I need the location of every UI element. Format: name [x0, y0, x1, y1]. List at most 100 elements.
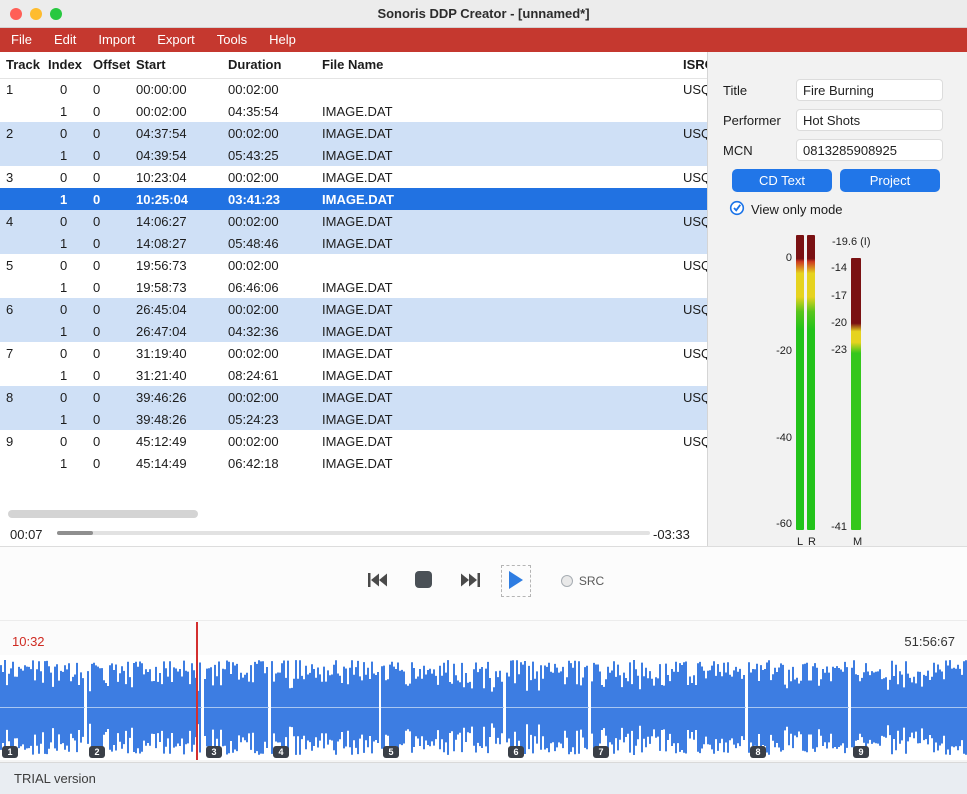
- cell-isrc: [677, 452, 707, 474]
- cell-offset: 0: [87, 364, 130, 386]
- waveform-segment[interactable]: 4: [271, 655, 379, 760]
- title-label: Title: [723, 83, 747, 98]
- waveform-total-time: 51:56:67: [904, 634, 955, 649]
- cell-start: 19:56:73: [130, 254, 222, 276]
- project-button[interactable]: Project: [840, 169, 940, 192]
- cell-duration: 04:32:36: [222, 320, 316, 342]
- waveform-segment[interactable]: 6: [506, 655, 589, 760]
- cell-duration: 00:02:00: [222, 122, 316, 144]
- cell-offset: 0: [87, 452, 130, 474]
- stop-button[interactable]: [409, 566, 439, 596]
- table-row[interactable]: 1014:08:2705:48:46IMAGE.DAT: [0, 232, 707, 254]
- column-header-index[interactable]: Index: [42, 52, 87, 78]
- waveform-segment[interactable]: 1: [0, 655, 85, 760]
- previous-track-button[interactable]: [363, 566, 393, 596]
- column-header-start[interactable]: Start: [130, 52, 222, 78]
- table-row[interactable]: 30010:23:0400:02:00IMAGE.DATUSQ: [0, 166, 707, 188]
- cell-start: 10:25:04: [130, 188, 222, 210]
- elapsed-time: 00:07: [10, 527, 43, 542]
- table-row[interactable]: 1004:39:5405:43:25IMAGE.DAT: [0, 144, 707, 166]
- table-row[interactable]: 20004:37:5400:02:00IMAGE.DATUSQ: [0, 122, 707, 144]
- cell-track: [0, 188, 42, 210]
- table-row[interactable]: 1039:48:2605:24:23IMAGE.DAT: [0, 408, 707, 430]
- cell-track: [0, 276, 42, 298]
- cell-offset: 0: [87, 188, 130, 210]
- table-row[interactable]: 1026:47:0404:32:36IMAGE.DAT: [0, 320, 707, 342]
- cell-offset: 0: [87, 232, 130, 254]
- cell-file: IMAGE.DAT: [316, 430, 677, 452]
- waveform-overview: 12 3456789: [0, 655, 967, 760]
- table-row[interactable]: 90045:12:4900:02:00IMAGE.DATUSQ: [0, 430, 707, 452]
- close-button[interactable]: [10, 8, 22, 20]
- table-row[interactable]: 10000:00:0000:02:00USQ: [0, 78, 707, 100]
- next-icon: [459, 572, 481, 591]
- cell-file: IMAGE.DAT: [316, 320, 677, 342]
- cell-track: [0, 364, 42, 386]
- cell-track: [0, 232, 42, 254]
- next-track-button[interactable]: [455, 566, 485, 596]
- waveform-segment[interactable]: 3: [204, 655, 269, 760]
- menu-edit[interactable]: Edit: [43, 28, 87, 52]
- cell-file: IMAGE.DAT: [316, 452, 677, 474]
- table-row[interactable]: 1045:14:4906:42:18IMAGE.DAT: [0, 452, 707, 474]
- table-row[interactable]: 70031:19:4000:02:00IMAGE.DATUSQ: [0, 342, 707, 364]
- play-button[interactable]: [501, 565, 531, 597]
- cell-track: [0, 100, 42, 122]
- seek-slider[interactable]: [57, 531, 650, 535]
- checked-circle-icon: [729, 200, 745, 219]
- menu-export[interactable]: Export: [146, 28, 206, 52]
- cell-file: [316, 254, 677, 276]
- table-row[interactable]: 80039:46:2600:02:00IMAGE.DATUSQ: [0, 386, 707, 408]
- menu-tools[interactable]: Tools: [206, 28, 258, 52]
- cell-index: 1: [42, 232, 87, 254]
- table-row[interactable]: 1031:21:4008:24:61IMAGE.DAT: [0, 364, 707, 386]
- table-row[interactable]: 40014:06:2700:02:00IMAGE.DATUSQ: [0, 210, 707, 232]
- src-option[interactable]: SRC: [561, 574, 604, 588]
- waveform-segment[interactable]: 2: [87, 655, 202, 760]
- table-row[interactable]: 1019:58:7306:46:06IMAGE.DAT: [0, 276, 707, 298]
- waveform-graphic: [506, 655, 589, 760]
- right-channel-label: R: [808, 536, 816, 548]
- table-row[interactable]: 60026:45:0400:02:00IMAGE.DATUSQ: [0, 298, 707, 320]
- cell-duration: 05:43:25: [222, 144, 316, 166]
- seek-slider-fill[interactable]: [57, 531, 93, 535]
- waveform-segment[interactable]: 8: [748, 655, 849, 760]
- cell-index: 1: [42, 452, 87, 474]
- cell-isrc: USQ: [677, 342, 707, 364]
- stop-icon: [414, 570, 433, 592]
- waveform-segment[interactable]: 9: [851, 655, 967, 760]
- cell-index: 0: [42, 342, 87, 364]
- cell-index: 1: [42, 188, 87, 210]
- cell-index: 1: [42, 100, 87, 122]
- playhead-cursor[interactable]: [196, 622, 198, 760]
- waveform-graphic: [204, 655, 269, 760]
- cell-duration: 06:46:06: [222, 276, 316, 298]
- column-header-isrc[interactable]: ISRC: [677, 52, 707, 78]
- cell-isrc: [677, 188, 707, 210]
- minimize-button[interactable]: [30, 8, 42, 20]
- waveform-segment[interactable]: 7: [591, 655, 746, 760]
- horizontal-scrollbar-thumb[interactable]: [8, 510, 198, 518]
- track-table: Track Index Offset Start Duration File N…: [0, 52, 707, 474]
- cell-file: [316, 78, 677, 100]
- track-table-body: 10000:00:0000:02:00USQ1000:02:0004:35:54…: [0, 78, 707, 474]
- table-row[interactable]: 1010:25:0403:41:23IMAGE.DAT: [0, 188, 707, 210]
- menu-help[interactable]: Help: [258, 28, 307, 52]
- waveform-segment[interactable]: 5: [381, 655, 504, 760]
- column-header-track[interactable]: Track: [0, 52, 42, 78]
- cell-offset: 0: [87, 122, 130, 144]
- table-row[interactable]: 50019:56:7300:02:00USQ: [0, 254, 707, 276]
- menu-import[interactable]: Import: [87, 28, 146, 52]
- cell-offset: 0: [87, 144, 130, 166]
- cell-index: 0: [42, 122, 87, 144]
- column-header-offset[interactable]: Offset: [87, 52, 130, 78]
- cell-index: 0: [42, 166, 87, 188]
- zoom-button[interactable]: [50, 8, 62, 20]
- column-header-duration[interactable]: Duration: [222, 52, 316, 78]
- cell-file: IMAGE.DAT: [316, 386, 677, 408]
- cell-track: 5: [0, 254, 42, 276]
- column-header-filename[interactable]: File Name: [316, 52, 677, 78]
- table-row[interactable]: 1000:02:0004:35:54IMAGE.DAT: [0, 100, 707, 122]
- track-number-badge: 2: [89, 746, 105, 758]
- menu-file[interactable]: File: [0, 28, 43, 52]
